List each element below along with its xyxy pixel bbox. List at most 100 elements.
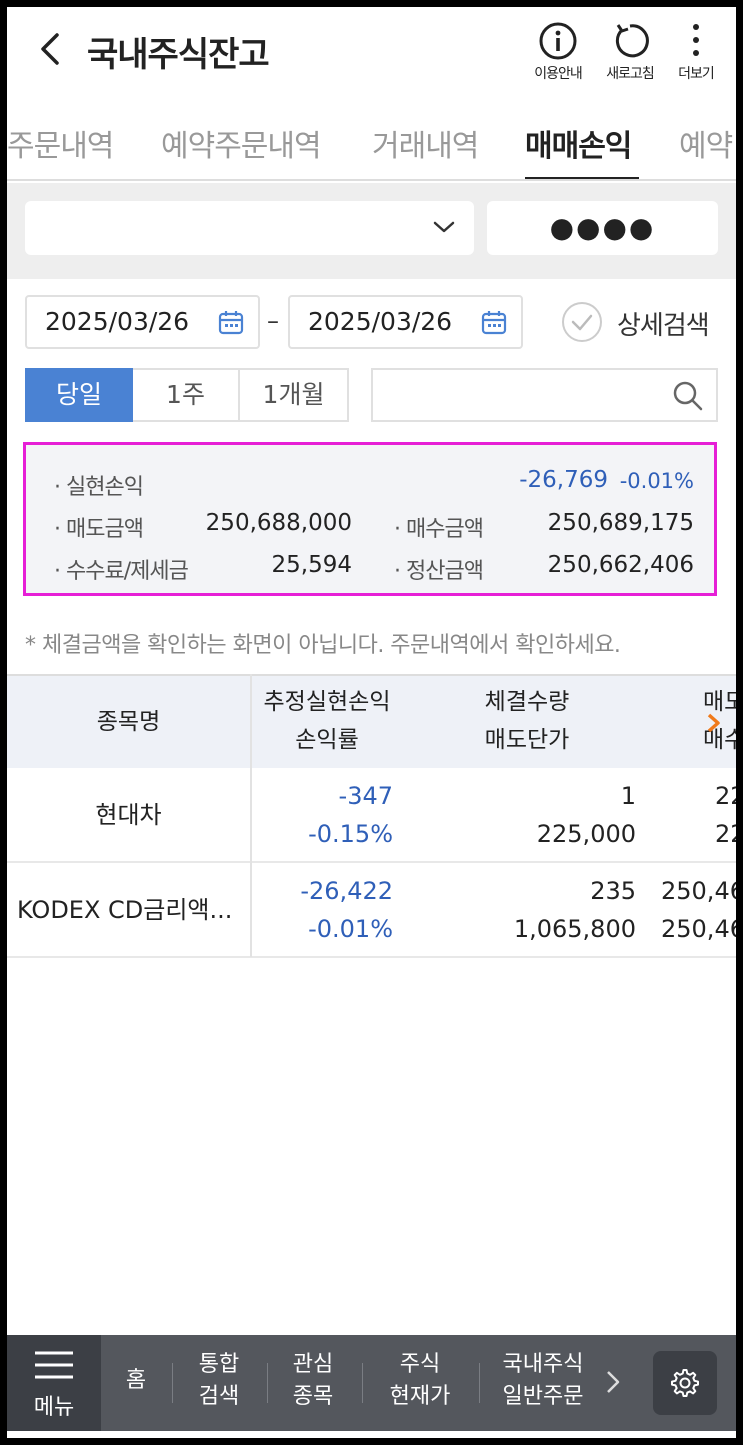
header-pl-rate: 손익률 [295,727,359,753]
start-date-value: 2025/03/26 [45,307,190,336]
nav-separator [267,1363,268,1403]
password-field[interactable]: ●●●● [487,201,718,255]
menu-button[interactable]: 메뉴 [7,1335,101,1431]
menu-label: 메뉴 [33,1395,75,1420]
search-icon [673,381,703,411]
hamburger-icon [35,1351,73,1379]
nav-item-line2: 검색 [198,1384,240,1409]
row-est-pl: -347 [338,782,393,810]
header: 국내주식잔고 이용안내 새로고침 더보기 [7,7,736,97]
nav-domestic-order[interactable]: 국내주식 일반주문 [497,1349,589,1413]
nav-integrated-search[interactable]: 통합 검색 [183,1349,255,1413]
refresh-label: 새로고침 [606,66,655,82]
more-button[interactable]: 더보기 [661,21,731,83]
end-date-value: 2025/03/26 [308,307,453,336]
row-col4-bottom: 22 [715,820,736,848]
settings-button[interactable] [653,1351,717,1415]
calendar-icon [218,311,244,335]
nav-item-line1: 국내주식 [502,1352,584,1377]
header-stock-name: 종목명 [96,709,161,735]
calendar-icon [481,311,507,335]
nav-separator [172,1363,173,1403]
header-est-pl: 추정실현손익 [263,689,391,715]
nav-watchlist[interactable]: 관심 종목 [277,1349,349,1413]
table-row[interactable]: KODEX CD금리액... -26,422 -0.01% 235 1,065,… [7,863,736,958]
tab-transactions[interactable]: 거래내역 [372,121,479,165]
account-bar: ●●●● [7,183,736,279]
account-select[interactable] [25,201,474,255]
row-col4-bottom: 250,46 [661,915,736,943]
row-sell-price: 225,000 [536,820,636,848]
sell-amount-value: 250,688,000 [205,510,352,536]
refresh-button[interactable]: 새로고침 [595,21,665,83]
table-row[interactable]: 현대차 -347 -0.15% 1 225,000 22 22 [7,768,736,863]
nav-item-line1: 주식 [399,1352,441,1377]
buy-amount-label: · 매수금액 [394,517,484,542]
tab-trading-pl[interactable]: 매매손익 [525,121,632,165]
nav-separator [479,1363,480,1403]
sell-amount-label: · 매도금액 [54,517,144,542]
bottom-nav: 메뉴 홈 통합 검색 관심 종목 주식 현재가 국내주식 일반주문 [7,1335,736,1431]
row-sell-price: 1,065,800 [513,915,636,943]
notice-text: * 체결금액을 확인하는 화면이 아닙니다. 주문내역에서 확인하세요. [25,633,621,658]
row-stock-name: KODEX CD금리액... [17,896,233,924]
header-exec-qty: 체결수량 [484,689,570,715]
settlement-value: 250,662,406 [547,552,694,578]
start-date-field[interactable]: 2025/03/26 [25,295,260,349]
table-header: 종목명 추정실현손익 손익률 체결수량 매도단가 매도 매수 [7,674,736,768]
row-stock-name: 현대차 [95,801,162,829]
nav-item-line2: 일반주문 [502,1384,584,1409]
detail-search-checkbox[interactable] [561,301,603,343]
page-title: 국내주식잔고 [87,35,270,75]
detail-search-label[interactable]: 상세검색 [617,305,710,342]
fee-tax-label: · 수수료/제세금 [54,559,189,584]
pl-summary-box: · 실현손익 -26,769 -0.01% · 매도금액 250,688,000… [23,442,717,596]
nav-separator [362,1363,363,1403]
more-label: 더보기 [678,66,715,82]
realized-pl-label: · 실현손익 [54,475,144,500]
nav-item-line1: 통합 [198,1352,240,1377]
nav-home-label: 홈 [125,1368,147,1393]
frozen-column-divider [250,674,252,957]
row-pl-rate: -0.01% [308,915,393,943]
refresh-icon [615,24,649,58]
period-1week-button[interactable]: 1주 [133,368,240,422]
row-col4-top: 22 [715,782,736,810]
tab-bar: 주문내역 예약주문내역 거래내역 매매손익 예약 [7,97,736,181]
realized-pl-rate: -0.01% [619,469,694,493]
nav-stock-price[interactable]: 주식 현재가 [377,1349,463,1413]
row-col4-top: 250,46 [661,877,736,905]
chevron-left-icon [41,33,59,65]
nav-home[interactable]: 홈 [119,1365,153,1397]
buy-amount-value: 250,689,175 [547,510,694,536]
active-tab-indicator [525,177,639,179]
date-separator: – [267,307,279,335]
stock-search-input[interactable] [371,368,718,422]
nav-item-line2: 종목 [292,1384,334,1409]
info-icon [539,22,577,60]
more-icon [693,24,699,56]
header-sell-price: 매도단가 [484,727,570,753]
nav-item-line1: 관심 [292,1352,334,1377]
tab-order-history[interactable]: 주문내역 [7,121,114,165]
back-button[interactable] [35,29,67,69]
row-pl-rate: -0.15% [308,820,393,848]
chevron-right-icon[interactable] [605,1369,621,1395]
row-exec-qty: 1 [620,782,636,810]
chevron-right-icon[interactable] [705,712,723,734]
end-date-field[interactable]: 2025/03/26 [288,295,523,349]
settlement-label: · 정산금액 [394,559,484,584]
app-frame: 국내주식잔고 이용안내 새로고침 더보기 주문내역 예약주문내역 거래내역 매매… [7,7,736,1438]
row-exec-qty: 235 [590,877,636,905]
info-button[interactable]: 이용안내 [523,21,593,83]
fee-tax-value: 25,594 [271,552,352,578]
row-est-pl: -26,422 [300,877,393,905]
tab-reserved[interactable]: 예약 [679,121,733,165]
period-1month-button[interactable]: 1개월 [240,368,349,422]
info-label: 이용안내 [534,66,583,82]
realized-pl-value: -26,769 [519,467,608,493]
period-today-button[interactable]: 당일 [25,368,133,422]
chevron-down-icon [433,221,455,233]
nav-item-line2: 현재가 [389,1384,451,1409]
tab-reserved-orders[interactable]: 예약주문내역 [161,121,322,165]
